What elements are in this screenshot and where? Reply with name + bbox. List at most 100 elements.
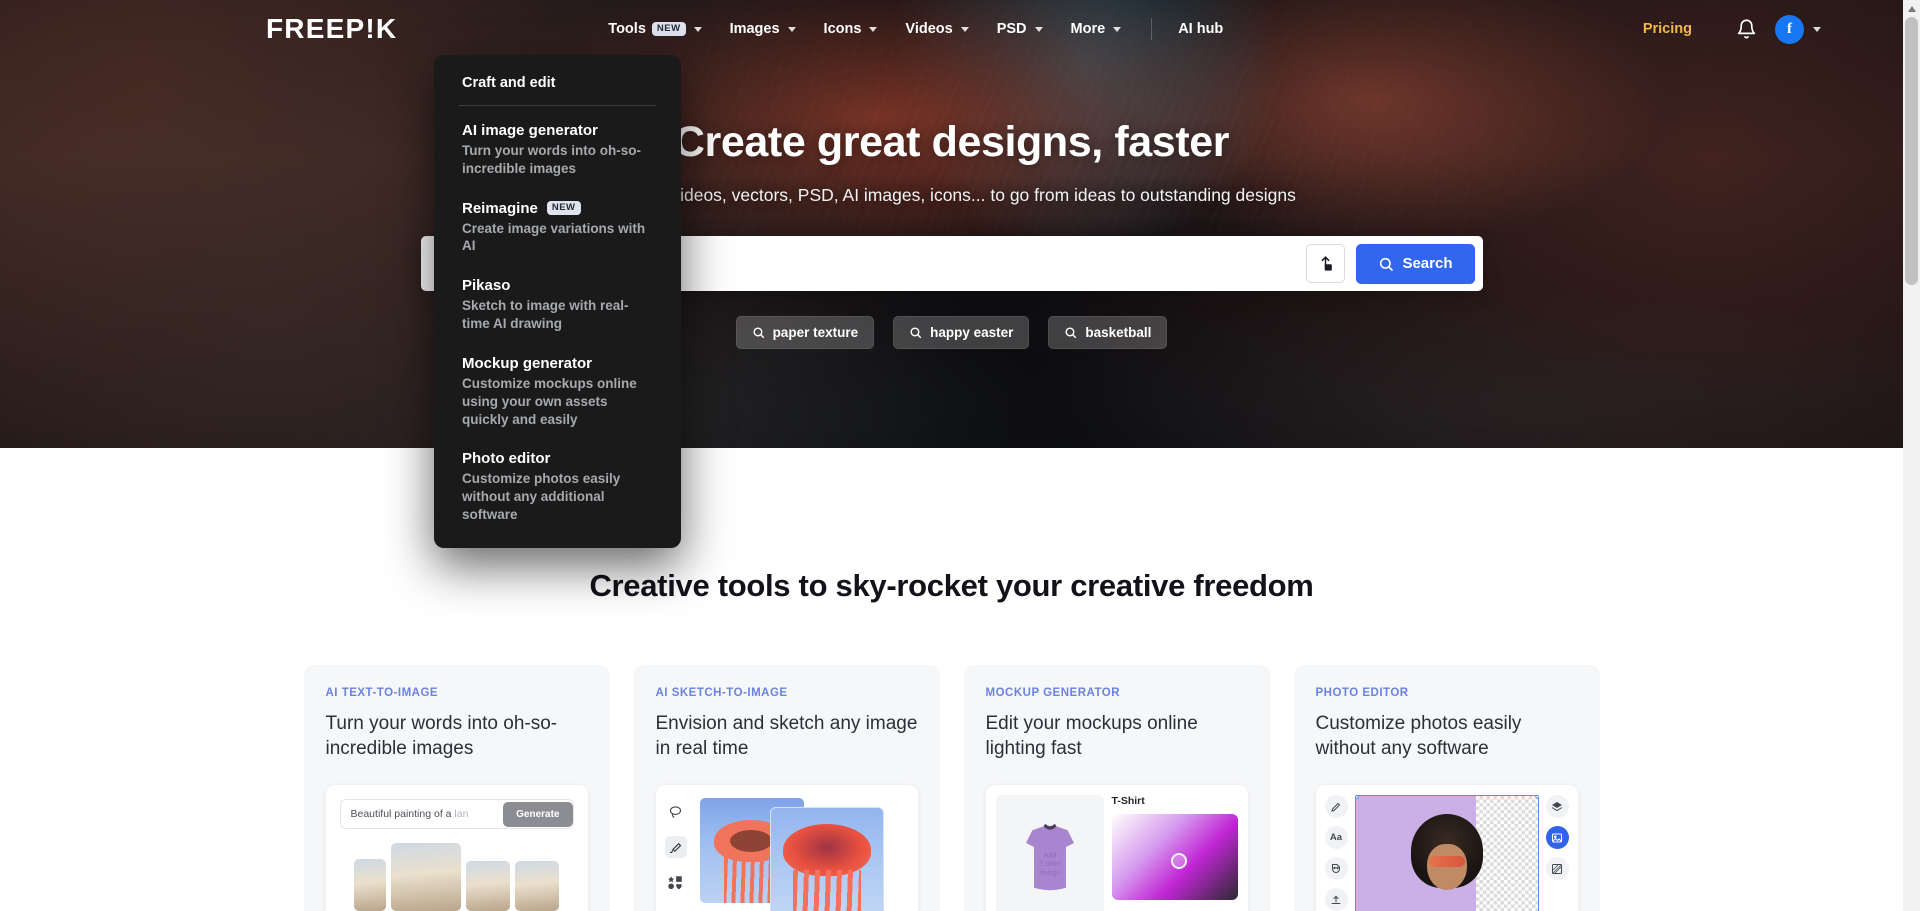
dropdown-item-desc: Create image variations with AI [462, 220, 646, 254]
pattern-icon[interactable] [1545, 857, 1569, 880]
scroll-up-arrow-icon[interactable] [1903, 0, 1920, 17]
dropdown-title: Craft and edit [462, 75, 556, 91]
color-picker-gradient[interactable] [1111, 814, 1238, 900]
lasso-icon[interactable] [665, 801, 687, 823]
dropdown-item-desc: Customize mockups online using your own … [462, 375, 637, 427]
editor-left-toolbar: Aa [1324, 795, 1348, 911]
svg-text:design: design [1039, 868, 1060, 877]
nav-item-icons[interactable]: Icons [810, 13, 892, 45]
suggested-tags: paper texture happy easter basketball [735, 316, 1168, 349]
magnifier-icon [1380, 257, 1394, 271]
generated-images-strip [326, 843, 588, 911]
nav-label-images: Images [729, 21, 780, 37]
text-icon[interactable]: Aa [1324, 826, 1348, 849]
dropdown-item-reimagine[interactable]: Reimagine NEW Create image variations wi… [434, 200, 681, 256]
editor-canvas[interactable] [1354, 795, 1539, 911]
nav-label-videos: Videos [905, 21, 953, 37]
notification-bell-icon[interactable] [1736, 18, 1757, 40]
dropdown-item-mockup-generator[interactable]: Mockup generator Customize mockups onlin… [434, 355, 681, 428]
section-heading: Creative tools to sky-rocket your creati… [589, 568, 1314, 603]
search-icon [753, 327, 764, 339]
layers-icon[interactable] [1545, 795, 1569, 818]
selection-handle[interactable] [1355, 796, 1359, 799]
nav-item-tools[interactable]: Tools NEW [594, 13, 715, 45]
dropdown-item-name: Photo editor [462, 450, 551, 468]
dropdown-badge-new: NEW [546, 200, 581, 216]
dropdown-divider [459, 105, 656, 106]
scrollbar-thumb[interactable] [1905, 17, 1918, 285]
creative-tools-section: Creative tools to sky-rocket your creati… [0, 448, 1903, 911]
pricing-link[interactable]: Pricing [1629, 13, 1706, 45]
tag-chip[interactable]: happy easter [893, 316, 1030, 349]
tool-cards-row: AI TEXT-TO-IMAGE Turn your words into oh… [0, 665, 1903, 911]
tag-label: basketball [1085, 325, 1152, 340]
dropdown-item-desc: Turn your words into oh-so-incredible im… [462, 143, 641, 176]
tool-card-ai-sketch-to-image[interactable]: AI SKETCH-TO-IMAGE Envision and sketch a… [633, 665, 940, 911]
dropdown-item-desc: Customize photos easily without any addi… [462, 471, 621, 522]
dropdown-item-photo-editor[interactable]: Photo editor Customize photos easily wit… [434, 450, 681, 523]
tag-chip[interactable]: basketball [1048, 316, 1168, 349]
search-icon [910, 327, 922, 339]
user-account-menu[interactable]: f [1775, 14, 1821, 44]
card-kicker: PHOTO EDITOR [1315, 687, 1409, 699]
upload-icon[interactable] [1324, 888, 1348, 911]
chevron-down-icon [1113, 26, 1122, 32]
dropdown-item-name: Reimagine [462, 199, 538, 217]
thumb-image [466, 861, 510, 911]
tag-label: paper texture [772, 325, 859, 340]
portrait-face [1426, 844, 1467, 890]
prompt-ghost: lan [454, 808, 469, 820]
site-header: FREEP!K Tools NEW Images Icons Videos PS… [0, 0, 1903, 58]
thumb-image [354, 859, 386, 911]
card-kicker: MOCKUP GENERATOR [985, 687, 1121, 699]
card-title: Envision and sketch any image in real ti… [655, 713, 918, 760]
card-kicker: AI SKETCH-TO-IMAGE [655, 687, 788, 699]
portrait-glasses [1428, 856, 1465, 867]
card-thumbnail: Beautiful painting of a lan Generate [325, 785, 588, 911]
editor-right-toolbar [1545, 795, 1569, 911]
pencil-icon[interactable] [1324, 795, 1348, 818]
prompt-input-mock: Beautiful painting of a lan Generate [339, 799, 574, 829]
svg-text:T-Shirt: T-Shirt [1039, 859, 1060, 868]
sticker-icon[interactable] [1324, 857, 1348, 880]
chevron-down-icon [1813, 26, 1821, 32]
dropdown-item-pikaso[interactable]: Pikaso Sketch to image with real-time AI… [434, 277, 681, 333]
image-upload-search-icon[interactable] [1306, 244, 1346, 283]
nav-item-videos[interactable]: Videos [891, 13, 982, 45]
nav-item-psd[interactable]: PSD [983, 13, 1057, 45]
dropdown-item-ai-image-generator[interactable]: AI image generator Turn your words into … [434, 122, 681, 178]
tshirt-mockup-icon: Add T-Shirt design [1025, 823, 1074, 891]
sketch-generated-image [769, 807, 884, 911]
dropdown-item-name: Mockup generator [462, 354, 593, 372]
nav-item-ai-hub[interactable]: AI hub [1168, 13, 1233, 45]
nav-item-more[interactable]: More [1057, 13, 1136, 45]
vertical-scrollbar[interactable] [1903, 0, 1920, 911]
tool-card-ai-text-to-image[interactable]: AI TEXT-TO-IMAGE Turn your words into oh… [303, 665, 610, 911]
hero-section: Create great designs, faster Photos, vid… [0, 0, 1903, 448]
generate-button[interactable]: Generate [503, 801, 573, 827]
card-title: Customize photos easily without any soft… [1315, 713, 1522, 760]
dropdown-item-name: AI image generator [462, 122, 598, 139]
brush-icon[interactable] [664, 836, 687, 858]
image-icon[interactable] [1545, 826, 1569, 849]
chevron-down-icon [693, 26, 702, 32]
sketch-canvas [696, 785, 918, 911]
tool-card-mockup-generator[interactable]: MOCKUP GENERATOR Edit your mockups onlin… [963, 665, 1270, 911]
card-thumbnail [655, 785, 918, 911]
nav-divider [1151, 18, 1153, 40]
tools-dropdown-menu: Craft and edit AI image generator Turn y… [434, 55, 681, 548]
color-picker-handle[interactable] [1170, 852, 1187, 869]
tool-card-photo-editor[interactable]: PHOTO EDITOR Customize photos easily wit… [1293, 665, 1600, 911]
avatar: f [1775, 14, 1804, 44]
shapes-icon[interactable] [665, 871, 687, 893]
nav-label-psd: PSD [996, 21, 1027, 37]
mockup-preview: Add T-Shirt design [995, 795, 1104, 911]
nav-label-tools: Tools [608, 21, 646, 37]
thumb-image [515, 861, 559, 911]
freepik-logo[interactable]: FREEP!K [266, 15, 397, 43]
nav-item-images[interactable]: Images [716, 13, 810, 45]
product-label: T-Shirt [1111, 795, 1145, 807]
search-button[interactable]: Search [1356, 243, 1475, 284]
mockup-controls: T-Shirt [1111, 795, 1238, 911]
tag-chip[interactable]: paper texture [735, 316, 875, 349]
